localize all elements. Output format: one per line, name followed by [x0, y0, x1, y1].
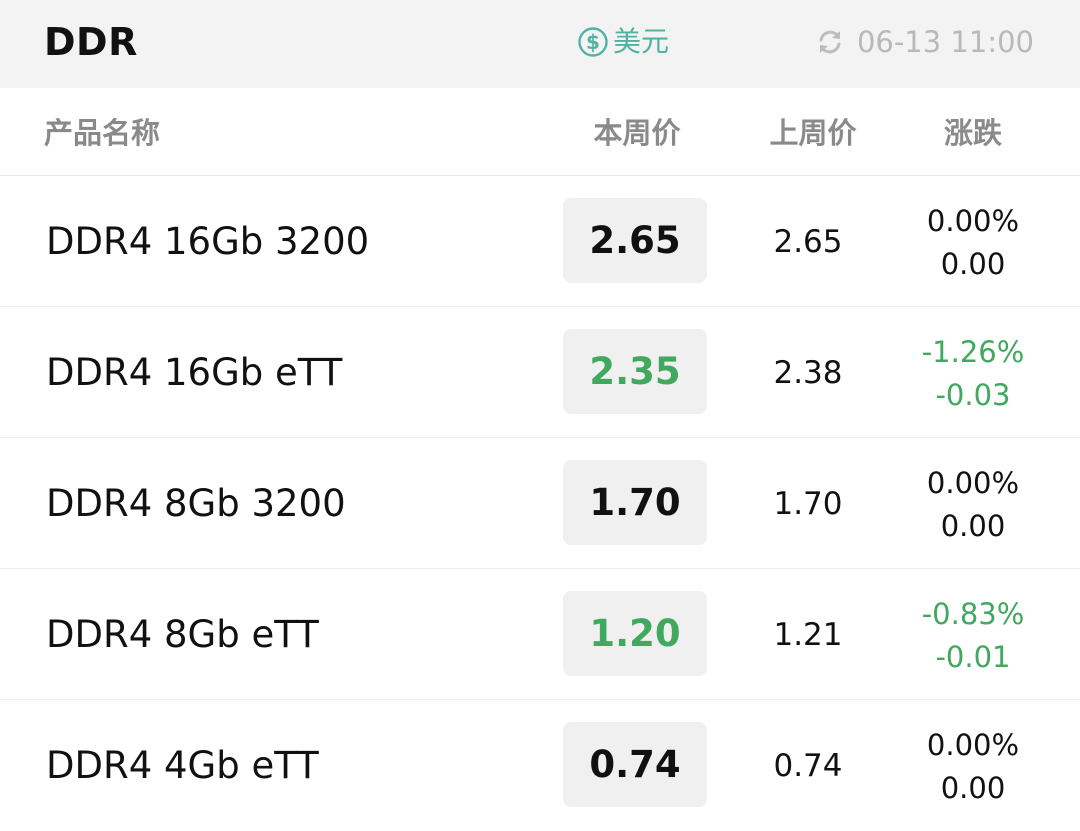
update-info: 06-13 11:00: [815, 26, 1034, 58]
last-week-price: 1.70: [773, 486, 843, 522]
table-row[interactable]: DDR4 8Gb eTT 1.20 1.21 -0.83% -0.01: [0, 569, 1080, 700]
column-header-name: 产品名称: [44, 116, 161, 150]
update-time: 06-13 11:00: [856, 25, 1034, 59]
column-header-change[interactable]: 涨跌: [920, 116, 1026, 150]
svg-text:$: $: [586, 30, 600, 54]
table-row[interactable]: DDR4 8Gb 3200 1.70 1.70 0.00% 0.00: [0, 438, 1080, 569]
table-row[interactable]: DDR4 16Gb 3200 2.65 2.65 0.00% 0.00: [0, 176, 1080, 307]
this-week-price: 2.35: [563, 329, 707, 414]
this-week-price: 1.70: [563, 460, 707, 545]
last-week-price: 2.38: [773, 355, 843, 391]
table-header: 产品名称 本周价 上周价 涨跌: [0, 88, 1080, 176]
table-row[interactable]: DDR4 16Gb eTT 2.35 2.38 -1.26% -0.03: [0, 307, 1080, 438]
refresh-icon[interactable]: [815, 27, 845, 57]
table-row[interactable]: DDR4 4Gb eTT 0.74 0.74 0.00% 0.00: [0, 700, 1080, 831]
change-percent: 0.00%: [926, 728, 1020, 762]
price-change: 0.00% 0.00: [905, 200, 1041, 286]
price-change: -0.83% -0.01: [905, 593, 1041, 679]
last-week-price: 0.74: [773, 748, 843, 784]
price-change: -1.26% -0.03: [905, 331, 1041, 417]
change-amount: 0.00: [940, 771, 1006, 805]
change-amount: 0.00: [940, 247, 1006, 281]
last-week-price: 1.21: [773, 617, 843, 653]
change-percent: -0.83%: [921, 597, 1025, 631]
product-name: DDR4 4Gb eTT: [46, 744, 319, 787]
product-name: DDR4 16Gb 3200: [46, 220, 370, 263]
currency-label: 美元: [613, 25, 670, 58]
product-name: DDR4 8Gb 3200: [46, 482, 346, 525]
dollar-circle-icon: $: [578, 27, 608, 57]
change-percent: -1.26%: [921, 335, 1025, 369]
page-title: DDR: [44, 20, 138, 64]
price-change: 0.00% 0.00: [905, 724, 1041, 810]
last-week-price: 2.65: [773, 224, 843, 260]
top-bar: DDR $ 美元 06-13 11:00: [0, 0, 1080, 88]
this-week-price: 1.20: [563, 591, 707, 676]
this-week-price: 0.74: [563, 722, 707, 807]
change-percent: 0.00%: [926, 204, 1020, 238]
currency-switch[interactable]: $ 美元: [577, 26, 669, 58]
price-change: 0.00% 0.00: [905, 462, 1041, 548]
price-list: DDR4 16Gb 3200 2.65 2.65 0.00% 0.00 DDR4…: [0, 176, 1080, 831]
column-header-last-week[interactable]: 上周价: [760, 116, 866, 150]
change-amount: -0.01: [935, 640, 1011, 674]
change-percent: 0.00%: [926, 466, 1020, 500]
change-amount: -0.03: [935, 378, 1011, 412]
this-week-price: 2.65: [563, 198, 707, 283]
change-amount: 0.00: [940, 509, 1006, 543]
product-name: DDR4 16Gb eTT: [46, 351, 343, 394]
column-header-this-week[interactable]: 本周价: [584, 116, 690, 150]
product-name: DDR4 8Gb eTT: [46, 613, 319, 656]
